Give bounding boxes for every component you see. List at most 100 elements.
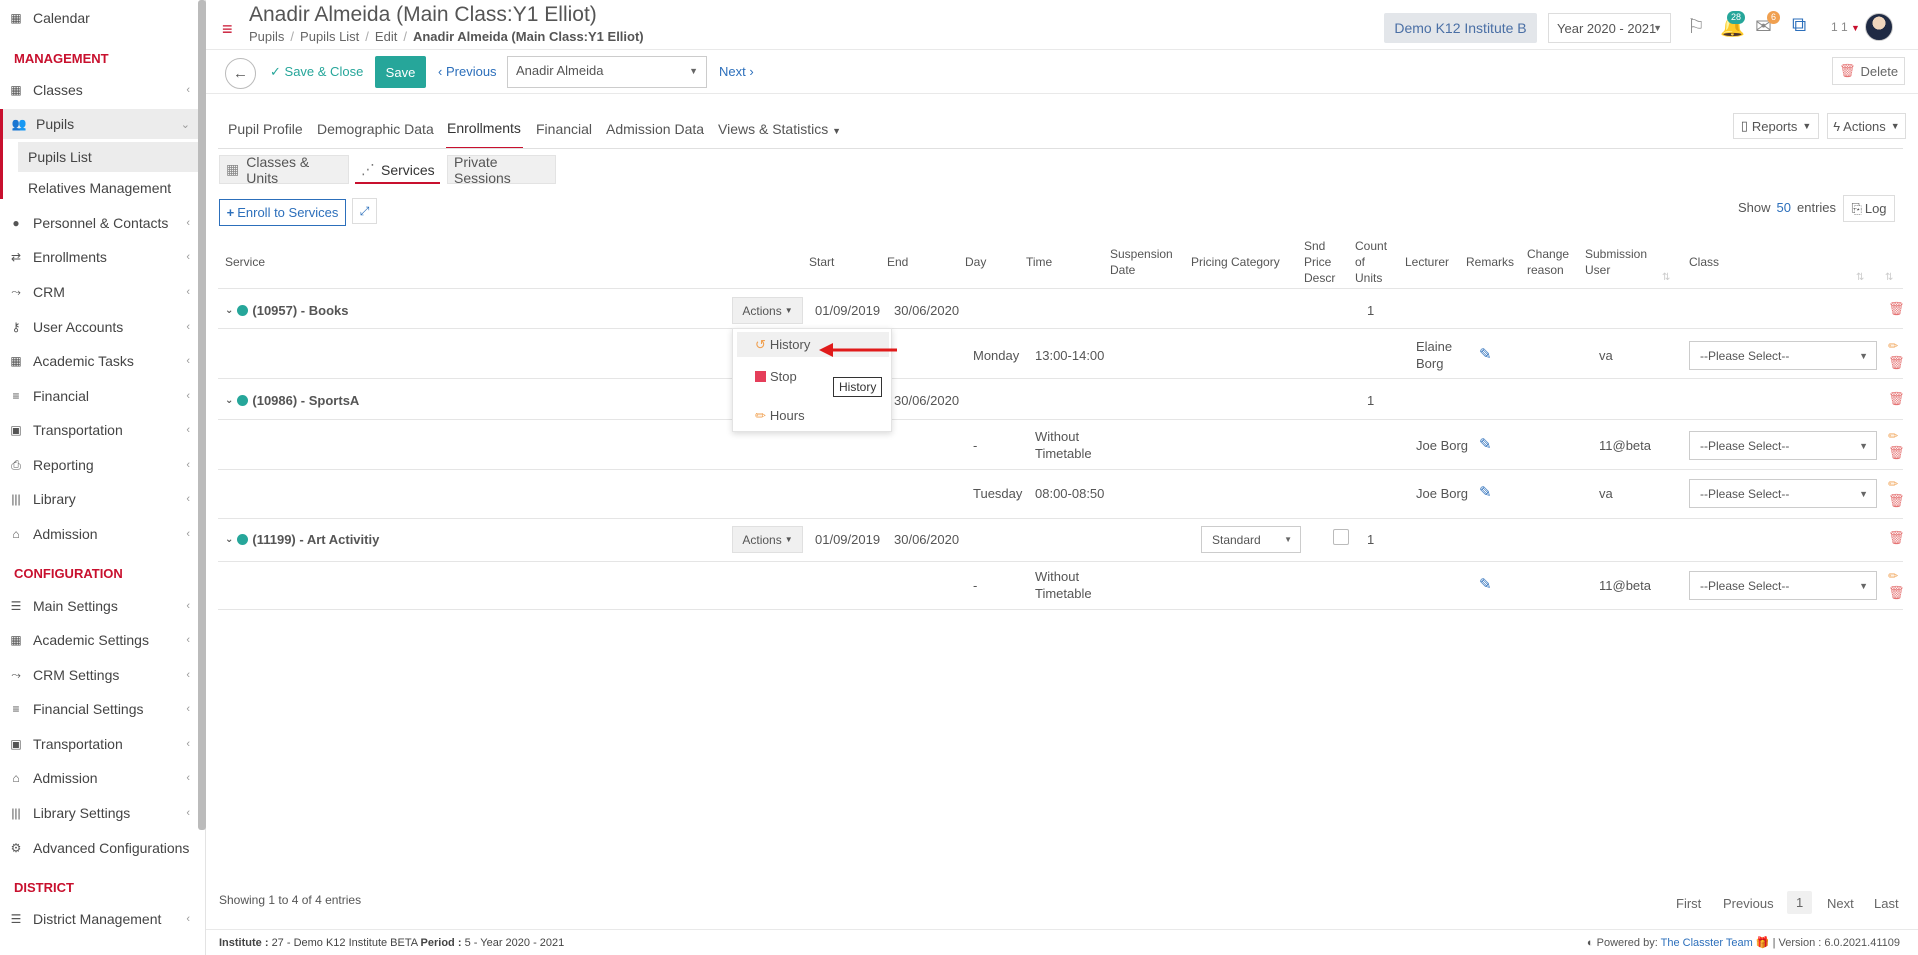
col-change-reason[interactable]: Change reason [1527, 246, 1569, 278]
pagination-page-1[interactable]: 1 [1787, 891, 1813, 914]
delete-row-icon[interactable]: 🗑 [1888, 585, 1905, 601]
menu-item-hours[interactable]: ✏ Hours [737, 403, 889, 428]
subtab-private-sessions[interactable]: Private Sessions [447, 154, 556, 186]
reports-button[interactable]: ▯ Reports ▼ [1733, 113, 1819, 139]
previous-link[interactable]: ‹ Previous [438, 64, 497, 79]
breadcrumb-pupils-list[interactable]: Pupils List [300, 29, 359, 44]
sidebar-item-transportation-settings[interactable]: ▣ Transportation ‹ [0, 729, 198, 759]
sort-icon[interactable]: ⇅ [1662, 270, 1670, 286]
edit-row-icon[interactable]: ✏ [1888, 429, 1898, 443]
tab-views-statistics[interactable]: Views & Statistics ▼ [718, 121, 841, 137]
sidebar-item-calendar[interactable]: ▦ Calendar [0, 3, 198, 33]
sort-icon[interactable]: ⇅ [1885, 270, 1893, 286]
col-pricing-category[interactable]: Pricing Category [1191, 254, 1280, 270]
delete-row-icon[interactable]: 🗑 [1888, 391, 1905, 407]
next-link[interactable]: Next › [719, 64, 754, 79]
sidebar-item-user-accounts[interactable]: ⚷ User Accounts ‹ [0, 312, 198, 342]
entries-count-select[interactable]: 50 [1777, 200, 1791, 215]
col-count-of-units[interactable]: Count of Units [1355, 238, 1387, 286]
delete-row-icon[interactable]: 🗑 [1888, 530, 1905, 546]
sidebar-item-main-settings[interactable]: ☰ Main Settings ‹ [0, 591, 198, 621]
col-start[interactable]: Start [809, 254, 834, 270]
class-select[interactable]: --Please Select-- ▼ [1689, 341, 1877, 370]
edit-row-icon[interactable]: ✏ [1888, 339, 1898, 353]
sidebar-item-transportation[interactable]: ▣ Transportation ‹ [0, 415, 198, 445]
col-time[interactable]: Time [1026, 254, 1052, 270]
sidebar-item-personnel[interactable]: ● Personnel & Contacts ‹ [0, 208, 198, 238]
sort-icon[interactable]: ⇅ [1856, 270, 1864, 286]
sidebar-item-crm-settings[interactable]: ⤳ CRM Settings ‹ [0, 660, 198, 690]
tab-enrollments[interactable]: Enrollments [447, 120, 521, 136]
sidebar-item-admission-settings[interactable]: ⌂ Admission ‹ [0, 763, 198, 793]
sidebar-item-advanced-configurations[interactable]: ⚙ Advanced Configurations [0, 833, 198, 863]
pricing-category-select[interactable]: Standard ▼ [1201, 526, 1301, 553]
log-button[interactable]: ⎘ Log [1843, 195, 1895, 222]
sidebar-item-library-settings[interactable]: ||| Library Settings ‹ [0, 798, 198, 828]
tab-demographic-data[interactable]: Demographic Data [317, 121, 434, 137]
institute-button[interactable]: Demo K12 Institute B [1384, 13, 1537, 43]
col-class[interactable]: Class [1689, 254, 1719, 270]
edit-row-icon[interactable]: ✏ [1888, 477, 1898, 491]
tab-financial[interactable]: Financial [536, 121, 592, 137]
col-end[interactable]: End [887, 254, 908, 270]
breadcrumb-edit[interactable]: Edit [375, 29, 397, 44]
sidebar-item-pupils[interactable]: 👥 Pupils ⌄ [3, 109, 198, 139]
pagination-last[interactable]: Last [1874, 896, 1899, 911]
delete-button[interactable]: 🗑 Delete [1832, 57, 1905, 85]
sidebar-item-classes[interactable]: ▦ Classes ‹ [0, 75, 198, 105]
edit-remarks-icon[interactable]: ✎ [1479, 483, 1492, 501]
sidebar-item-reporting[interactable]: ⎙ Reporting ‹ [0, 450, 198, 480]
class-select[interactable]: --Please Select-- ▼ [1689, 479, 1877, 508]
save-close-button[interactable]: ✓ Save & Close [270, 64, 363, 80]
delete-row-icon[interactable]: 🗑 [1888, 445, 1905, 461]
back-button[interactable]: ← [225, 58, 256, 89]
actions-button[interactable]: ϟ Actions ▼ [1827, 113, 1906, 139]
col-service[interactable]: Service [225, 254, 265, 270]
service-actions-button[interactable]: Actions ▼ [732, 297, 803, 324]
delete-row-icon[interactable]: 🗑 [1888, 301, 1905, 317]
snd-price-descr-checkbox[interactable] [1333, 529, 1349, 545]
sidebar-item-admission[interactable]: ⌂ Admission ‹ [0, 519, 198, 549]
class-select[interactable]: --Please Select-- ▼ [1689, 431, 1877, 460]
pagination-previous[interactable]: Previous [1723, 896, 1774, 911]
pagination-first[interactable]: First [1676, 896, 1701, 911]
tab-admission-data[interactable]: Admission Data [606, 121, 704, 137]
layers-icon[interactable]: ⧉ [1792, 14, 1806, 37]
pupil-select[interactable]: Anadir Almeida ▼ [507, 56, 707, 88]
sidebar-item-crm[interactable]: ⤳ CRM ‹ [0, 277, 198, 307]
subtab-services[interactable]: ⋰ Services [355, 155, 440, 184]
year-select[interactable]: Year 2020 - 2021 ▼ [1548, 13, 1671, 43]
delete-row-icon[interactable]: 🗑 [1888, 493, 1905, 509]
save-button[interactable]: Save [375, 56, 426, 88]
edit-remarks-icon[interactable]: ✎ [1479, 435, 1492, 453]
subtab-classes-units[interactable]: ▦ Classes & Units [219, 154, 349, 186]
service-actions-button[interactable]: Actions ▼ [732, 526, 803, 553]
col-day[interactable]: Day [965, 254, 986, 270]
col-lecturer[interactable]: Lecturer [1405, 254, 1449, 270]
sidebar-item-relatives-management[interactable]: Relatives Management [18, 173, 198, 203]
edit-remarks-icon[interactable]: ✎ [1479, 575, 1492, 593]
delete-row-icon[interactable]: 🗑 [1888, 355, 1905, 371]
sidebar-item-pupils-list[interactable]: Pupils List [18, 142, 198, 172]
flag-icon[interactable]: ⚐ [1687, 14, 1705, 39]
sidebar-item-financial[interactable]: ≡ Financial ‹ [0, 381, 198, 411]
team-link[interactable]: The Classter Team [1661, 937, 1753, 949]
sidebar-scrollbar[interactable] [198, 0, 206, 830]
pagination-next[interactable]: Next [1827, 896, 1854, 911]
service-row-art-activitiy[interactable]: ⌄ (11199) - Art Activitiy [225, 532, 379, 547]
class-select[interactable]: --Please Select-- ▼ [1689, 571, 1877, 600]
hamburger-menu-icon[interactable]: ≡ [222, 20, 233, 38]
tab-pupil-profile[interactable]: Pupil Profile [228, 121, 303, 137]
breadcrumb-pupils[interactable]: Pupils [249, 29, 284, 44]
col-suspension-date[interactable]: Suspension Date [1110, 246, 1173, 278]
col-remarks[interactable]: Remarks [1466, 254, 1514, 270]
edit-remarks-icon[interactable]: ✎ [1479, 345, 1492, 363]
enroll-to-services-button[interactable]: + Enroll to Services [219, 199, 346, 226]
sidebar-item-library[interactable]: ||| Library ‹ [0, 484, 198, 514]
avatar[interactable] [1865, 13, 1893, 41]
sidebar-item-district-management[interactable]: ☰ District Management ‹ [0, 904, 198, 934]
service-row-books[interactable]: ⌄ (10957) - Books [225, 303, 348, 318]
col-submission-user[interactable]: Submission User [1585, 246, 1647, 278]
sidebar-item-academic-settings[interactable]: ▦ Academic Settings ‹ [0, 625, 198, 655]
sidebar-item-academic-tasks[interactable]: ▦ Academic Tasks ‹ [0, 346, 198, 376]
